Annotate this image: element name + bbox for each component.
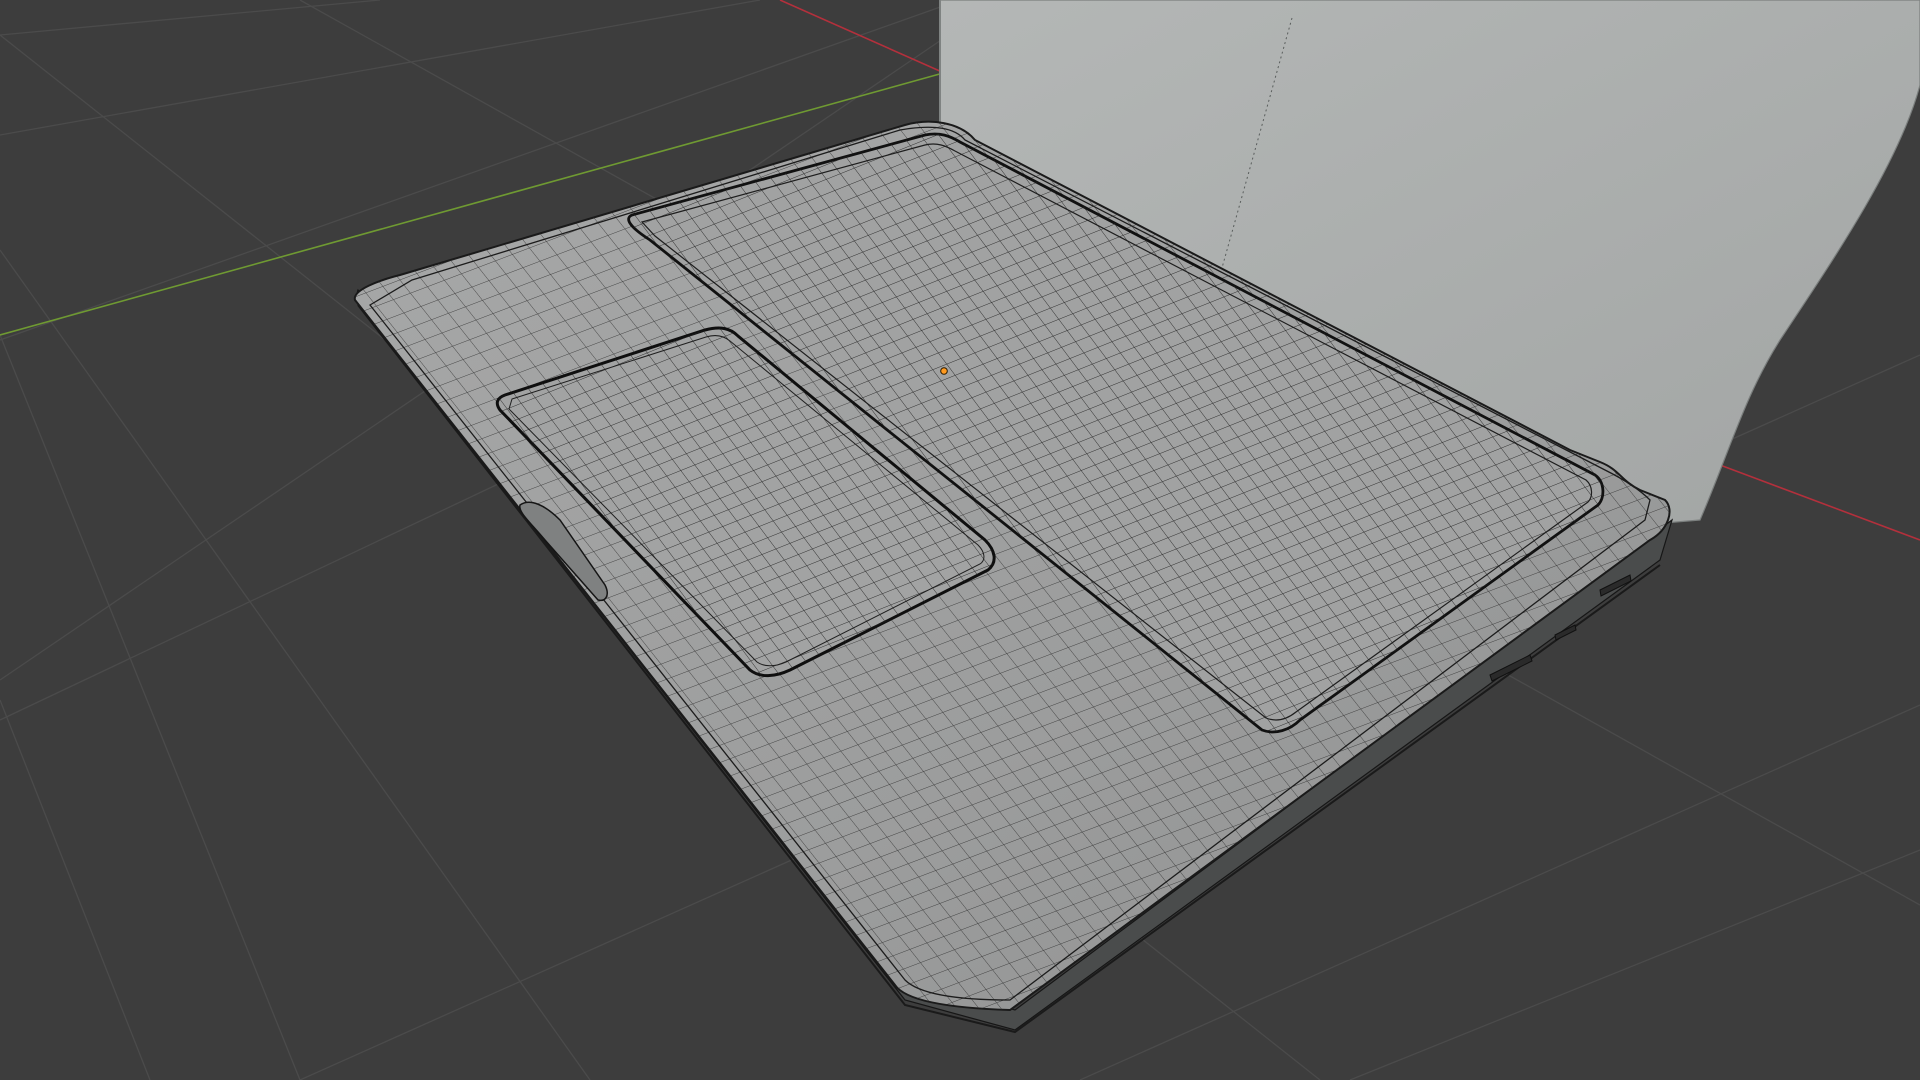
object-origin[interactable]: [940, 367, 948, 375]
3d-viewport[interactable]: [0, 0, 1920, 1080]
viewport-canvas[interactable]: [0, 0, 1920, 1080]
x-axis-line-right: [1719, 464, 1920, 541]
x-axis-line: [779, 0, 961, 81]
